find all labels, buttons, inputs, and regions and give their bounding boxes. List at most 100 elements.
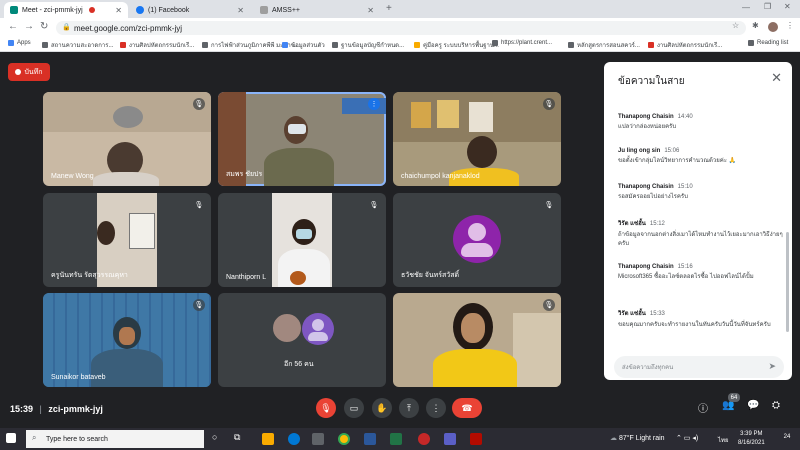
present-button[interactable]: ⤒ bbox=[399, 398, 419, 418]
close-icon[interactable]: ✕ bbox=[367, 6, 374, 15]
star-icon[interactable]: ☆ bbox=[732, 21, 739, 30]
restore-icon[interactable]: ❐ bbox=[764, 2, 771, 11]
back-icon[interactable]: ← bbox=[8, 21, 18, 32]
record-button[interactable]: บันทึก bbox=[8, 63, 50, 81]
chat-message: วิรัต แซ่ฮั้น 15:33 ขอบคุณมากครับจะทำรายง… bbox=[618, 311, 771, 328]
activities-icon[interactable]: ⛭ bbox=[772, 400, 780, 411]
bookmark-item[interactable]: https://plant.crent... bbox=[492, 40, 552, 46]
participant-count-badge: 64 bbox=[728, 393, 740, 402]
bookmark-item[interactable]: ข้อมูลส่วนตัว bbox=[282, 40, 325, 50]
chat-title: ข้อความในสาย bbox=[618, 76, 685, 87]
leave-call-button[interactable]: ☎ bbox=[452, 398, 482, 418]
participant-tile-speaking[interactable]: สมพร ชัยปร ⋮ bbox=[218, 92, 386, 186]
language-indicator[interactable]: ไทย bbox=[718, 435, 729, 445]
tab-meet[interactable]: Meet - zci-pmmk-jyj ✕ bbox=[4, 2, 128, 18]
cloud-icon: ☁ bbox=[610, 435, 617, 442]
meet-area: บันทึก Manew Wong 🎙 สมพร ชัยปร ⋮ chaichu… bbox=[0, 52, 800, 424]
participant-tile[interactable]: Nanthiporn L 🎙 bbox=[218, 193, 386, 287]
raise-hand-button[interactable]: ✋ bbox=[372, 398, 392, 418]
chat-message: วิรัต แซ่ฮั้น 15:12 ถ้าข้อมูลจากนอกต่างสิ… bbox=[618, 221, 783, 247]
participant-head bbox=[467, 136, 497, 168]
meeting-info: 15:39 | zci-pmmk-jyj bbox=[10, 404, 103, 414]
tab-amss[interactable]: AMSS++ ✕ bbox=[254, 2, 380, 18]
bookmark-item[interactable]: งานศิลปหัตถกรรมนักเรี... bbox=[648, 40, 722, 50]
bookmark-item[interactable]: งานศิลปหัตถกรรมนักเรี... bbox=[120, 40, 194, 50]
reading-list[interactable]: Reading list bbox=[748, 40, 788, 46]
bookmark-item[interactable]: ฐานข้อมูลบัญชีกำหนด... bbox=[332, 40, 404, 50]
excel-icon[interactable] bbox=[390, 433, 402, 445]
teams-icon[interactable] bbox=[444, 433, 456, 445]
tab-title: (1) Facebook bbox=[148, 6, 190, 14]
mic-off-icon: 🎙 bbox=[368, 199, 380, 211]
chat-icon[interactable]: 💬 bbox=[747, 400, 759, 411]
edge-icon[interactable] bbox=[288, 433, 300, 445]
mic-off-icon: 🎙 bbox=[543, 199, 555, 211]
chat-scrollbar[interactable] bbox=[786, 232, 789, 332]
task-view-icon[interactable]: ⧉ bbox=[234, 432, 240, 443]
participant-tile[interactable]: 🎙 bbox=[393, 293, 561, 387]
app-icon[interactable] bbox=[418, 433, 430, 445]
cortana-icon[interactable]: ○ bbox=[212, 432, 217, 442]
bookmark-item[interactable]: คู่มือครู ระบบบริหารพื้นฐาน... bbox=[414, 40, 499, 50]
chat-message: Thanapong Chaisin 15:10 รอสมัครออยไปอย่าง… bbox=[618, 184, 693, 200]
mic-toggle-button[interactable]: 🎙 bbox=[316, 398, 336, 418]
close-icon[interactable]: ✕ bbox=[237, 6, 244, 15]
tray-icons[interactable]: ⌃ ▭ ◂) bbox=[676, 434, 698, 442]
url-field[interactable]: 🔒 meet.google.com/zci-pmmk-jyj bbox=[56, 21, 746, 35]
close-icon[interactable]: ✕ bbox=[115, 6, 122, 15]
bookmarks-bar: Apps สถานความสะอาดการ... งานศิลปหัตถกรรม… bbox=[0, 37, 800, 52]
window-close-icon[interactable]: ✕ bbox=[784, 2, 791, 11]
send-icon[interactable]: ➤ bbox=[768, 361, 776, 372]
participant-name: ธวัชชัย จันทร์สวัสดิ์ bbox=[401, 272, 460, 279]
bookmark-item[interactable]: หลักสูตรการสอนสควร์... bbox=[568, 40, 640, 50]
store-icon[interactable] bbox=[312, 433, 324, 445]
chat-message: Thanapong Chaisin 14:40 แปลว่ากล่องหน่อยค… bbox=[618, 114, 693, 130]
minimize-icon[interactable]: — bbox=[742, 3, 750, 12]
acrobat-icon[interactable] bbox=[470, 433, 482, 445]
bookmark-apps[interactable]: Apps bbox=[8, 40, 31, 46]
recording-dot-icon bbox=[88, 7, 95, 13]
weather-widget[interactable]: ☁ 87°F Light rain bbox=[610, 434, 665, 442]
info-icon[interactable]: ⓘ bbox=[698, 400, 708, 415]
chrome-icon[interactable] bbox=[338, 433, 350, 445]
mic-off-icon: 🎙 bbox=[320, 402, 332, 413]
file-explorer-icon[interactable] bbox=[262, 433, 274, 445]
participant-name: ครูนันทรัน รัตสุวรรณคุหา bbox=[51, 272, 128, 279]
page-icon bbox=[492, 40, 498, 46]
forward-icon[interactable]: → bbox=[24, 21, 34, 32]
amss-icon bbox=[260, 6, 268, 14]
lock-icon: 🔒 bbox=[62, 24, 71, 31]
extensions-icon[interactable]: ✱ bbox=[752, 21, 759, 30]
page-icon bbox=[120, 42, 126, 48]
others-tile[interactable]: อีก 56 คน bbox=[218, 293, 386, 387]
word-icon[interactable] bbox=[364, 433, 376, 445]
menu-icon[interactable]: ⋮ bbox=[786, 21, 794, 30]
taskbar: ⌕ Type here to search ○ ⧉ ☁ 87°F Light r… bbox=[0, 428, 800, 450]
chat-input[interactable]: ส่งข้อความถึงทุกคน ➤ bbox=[614, 356, 784, 378]
more-options-button[interactable]: ⋮ bbox=[426, 398, 446, 418]
camera-toggle-button[interactable]: ▭ bbox=[344, 398, 364, 418]
search-icon: ⌕ bbox=[32, 433, 37, 442]
participant-tile[interactable]: ครูนันทรัน รัตสุวรรณคุหา 🎙 bbox=[43, 193, 211, 287]
tab-facebook[interactable]: (1) Facebook ✕ bbox=[130, 2, 250, 18]
bookmark-item[interactable]: สถานความสะอาดการ... bbox=[42, 40, 113, 50]
address-bar: ← → ↻ 🔒 meet.google.com/zci-pmmk-jyj ☆ ✱… bbox=[0, 18, 800, 37]
mic-off-icon: 🎙 bbox=[193, 98, 205, 110]
reload-icon[interactable]: ↻ bbox=[40, 21, 48, 32]
taskbar-search[interactable]: ⌕ Type here to search bbox=[26, 430, 204, 448]
avatar[interactable] bbox=[768, 22, 778, 32]
close-icon[interactable]: ✕ bbox=[771, 70, 782, 86]
notification-count[interactable]: 24 bbox=[780, 434, 794, 444]
mic-off-icon: 🎙 bbox=[543, 98, 555, 110]
new-tab-button[interactable]: + bbox=[386, 3, 392, 14]
participant-tile[interactable]: Sunaikor bataveb 🎙 bbox=[43, 293, 211, 387]
face-mask bbox=[296, 229, 312, 239]
clock[interactable]: 3:39 PM 8/16/2021 bbox=[738, 430, 765, 448]
participant-tile[interactable]: ธวัชชัย จันทร์สวัสดิ์ 🎙 bbox=[393, 193, 561, 287]
windows-start-icon[interactable] bbox=[6, 433, 16, 443]
wall-fan bbox=[113, 106, 143, 128]
page-icon bbox=[648, 42, 654, 48]
participant-tile[interactable]: Manew Wong 🎙 bbox=[43, 92, 211, 186]
more-icon: ⋮ bbox=[431, 402, 441, 413]
participant-tile[interactable]: chaichumpol kanjanaklod 🎙 bbox=[393, 92, 561, 186]
